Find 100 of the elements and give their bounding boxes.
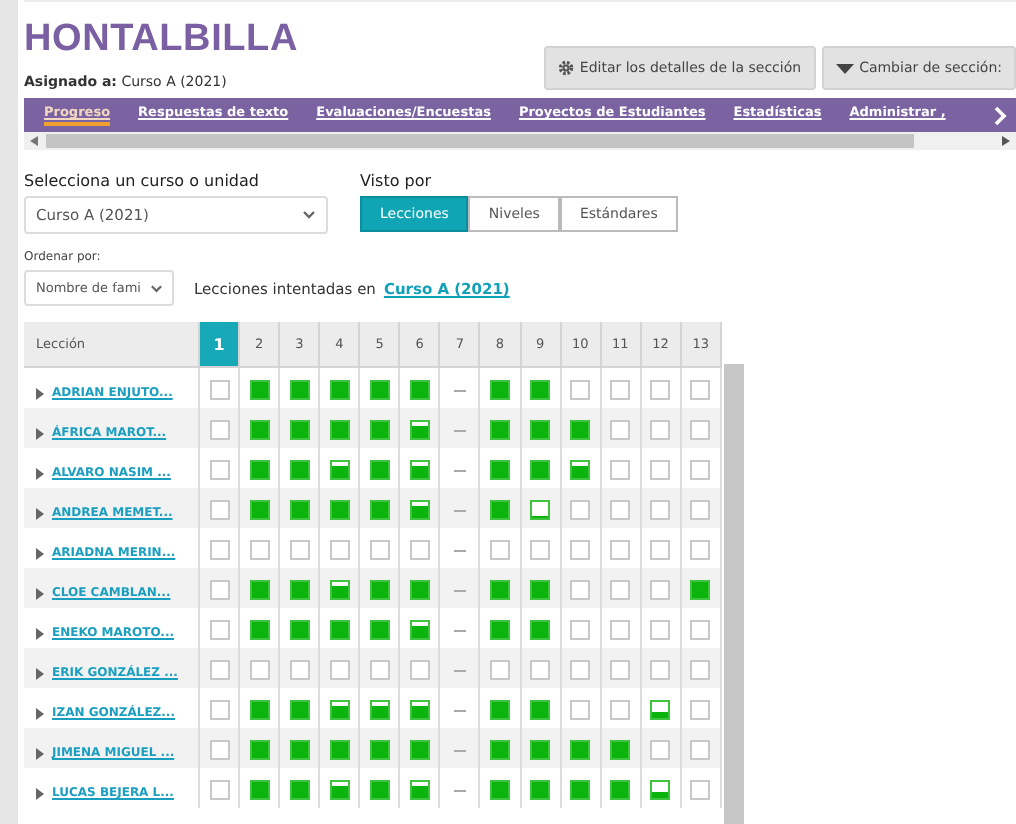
progress-box[interactable] <box>530 540 551 561</box>
progress-box[interactable] <box>209 540 230 561</box>
progress-box[interactable] <box>369 380 390 401</box>
progress-box[interactable] <box>249 660 270 681</box>
progress-box[interactable] <box>489 660 510 681</box>
progress-box[interactable] <box>530 660 551 681</box>
progress-box[interactable] <box>489 700 510 721</box>
progress-box[interactable] <box>289 580 310 601</box>
expand-icon[interactable] <box>36 427 44 439</box>
progress-box[interactable] <box>489 740 510 761</box>
progress-box[interactable] <box>209 740 230 761</box>
progress-box[interactable] <box>369 580 390 601</box>
progress-box[interactable] <box>289 540 310 561</box>
expand-icon[interactable] <box>36 387 44 399</box>
progress-box[interactable] <box>570 460 591 481</box>
progress-box[interactable] <box>610 780 631 801</box>
progress-box[interactable] <box>690 380 711 401</box>
progress-box[interactable] <box>690 700 711 721</box>
progress-box[interactable] <box>369 740 390 761</box>
progress-box[interactable] <box>329 620 350 641</box>
expand-icon[interactable] <box>36 587 44 599</box>
progress-box[interactable] <box>530 700 551 721</box>
progress-box[interactable] <box>409 780 430 801</box>
progress-box[interactable] <box>329 500 350 521</box>
progress-box[interactable] <box>249 700 270 721</box>
expand-icon[interactable] <box>36 547 44 559</box>
progress-box[interactable] <box>650 740 671 761</box>
progress-box[interactable] <box>369 700 390 721</box>
progress-box[interactable] <box>690 420 711 441</box>
progress-box[interactable] <box>530 460 551 481</box>
progress-box[interactable] <box>289 740 310 761</box>
progress-box[interactable] <box>289 420 310 441</box>
progress-box[interactable] <box>369 780 390 801</box>
progress-box[interactable] <box>369 540 390 561</box>
progress-box[interactable] <box>369 420 390 441</box>
progress-box[interactable] <box>409 540 430 561</box>
progress-box[interactable] <box>289 460 310 481</box>
progress-box[interactable] <box>690 580 711 601</box>
progress-box[interactable] <box>610 380 631 401</box>
progress-box[interactable] <box>570 380 591 401</box>
progress-box[interactable] <box>329 580 350 601</box>
chevron-right-icon[interactable] <box>994 105 1008 125</box>
progress-box[interactable] <box>570 540 591 561</box>
progress-box[interactable] <box>369 620 390 641</box>
horizontal-scrollbar[interactable] <box>24 132 1016 150</box>
progress-box[interactable] <box>409 660 430 681</box>
progress-box[interactable] <box>209 580 230 601</box>
progress-box[interactable] <box>289 660 310 681</box>
scroll-right-icon[interactable] <box>1002 136 1010 146</box>
progress-box[interactable] <box>409 420 430 441</box>
scroll-left-icon[interactable] <box>30 136 38 146</box>
progress-box[interactable] <box>650 780 671 801</box>
progress-box[interactable] <box>570 580 591 601</box>
progress-box[interactable] <box>249 500 270 521</box>
progress-box[interactable] <box>289 500 310 521</box>
progress-box[interactable] <box>690 740 711 761</box>
progress-box[interactable] <box>530 620 551 641</box>
progress-box[interactable] <box>329 540 350 561</box>
progress-box[interactable] <box>329 420 350 441</box>
progress-box[interactable] <box>610 420 631 441</box>
progress-box[interactable] <box>530 740 551 761</box>
progress-box[interactable] <box>289 700 310 721</box>
progress-box[interactable] <box>289 380 310 401</box>
progress-box[interactable] <box>690 780 711 801</box>
progress-box[interactable] <box>570 620 591 641</box>
progress-box[interactable] <box>530 500 551 521</box>
progress-box[interactable] <box>329 780 350 801</box>
progress-box[interactable] <box>329 740 350 761</box>
progress-box[interactable] <box>530 420 551 441</box>
progress-box[interactable] <box>610 580 631 601</box>
progress-box[interactable] <box>329 660 350 681</box>
progress-box[interactable] <box>369 660 390 681</box>
progress-box[interactable] <box>249 740 270 761</box>
progress-box[interactable] <box>329 460 350 481</box>
progress-box[interactable] <box>209 380 230 401</box>
expand-icon[interactable] <box>36 507 44 519</box>
progress-box[interactable] <box>650 500 671 521</box>
expand-icon[interactable] <box>36 667 44 679</box>
progress-box[interactable] <box>610 620 631 641</box>
progress-box[interactable] <box>409 380 430 401</box>
progress-box[interactable] <box>209 460 230 481</box>
progress-box[interactable] <box>690 500 711 521</box>
progress-box[interactable] <box>650 420 671 441</box>
progress-box[interactable] <box>249 780 270 801</box>
progress-box[interactable] <box>329 700 350 721</box>
progress-box[interactable] <box>209 420 230 441</box>
progress-box[interactable] <box>369 500 390 521</box>
progress-box[interactable] <box>570 500 591 521</box>
progress-box[interactable] <box>610 460 631 481</box>
progress-box[interactable] <box>610 500 631 521</box>
progress-box[interactable] <box>409 620 430 641</box>
progress-box[interactable] <box>209 700 230 721</box>
expand-icon[interactable] <box>36 627 44 639</box>
progress-box[interactable] <box>610 700 631 721</box>
progress-box[interactable] <box>209 500 230 521</box>
progress-box[interactable] <box>570 660 591 681</box>
vertical-scrollbar[interactable] <box>724 364 744 824</box>
progress-box[interactable] <box>409 460 430 481</box>
progress-box[interactable] <box>690 620 711 641</box>
progress-box[interactable] <box>570 740 591 761</box>
